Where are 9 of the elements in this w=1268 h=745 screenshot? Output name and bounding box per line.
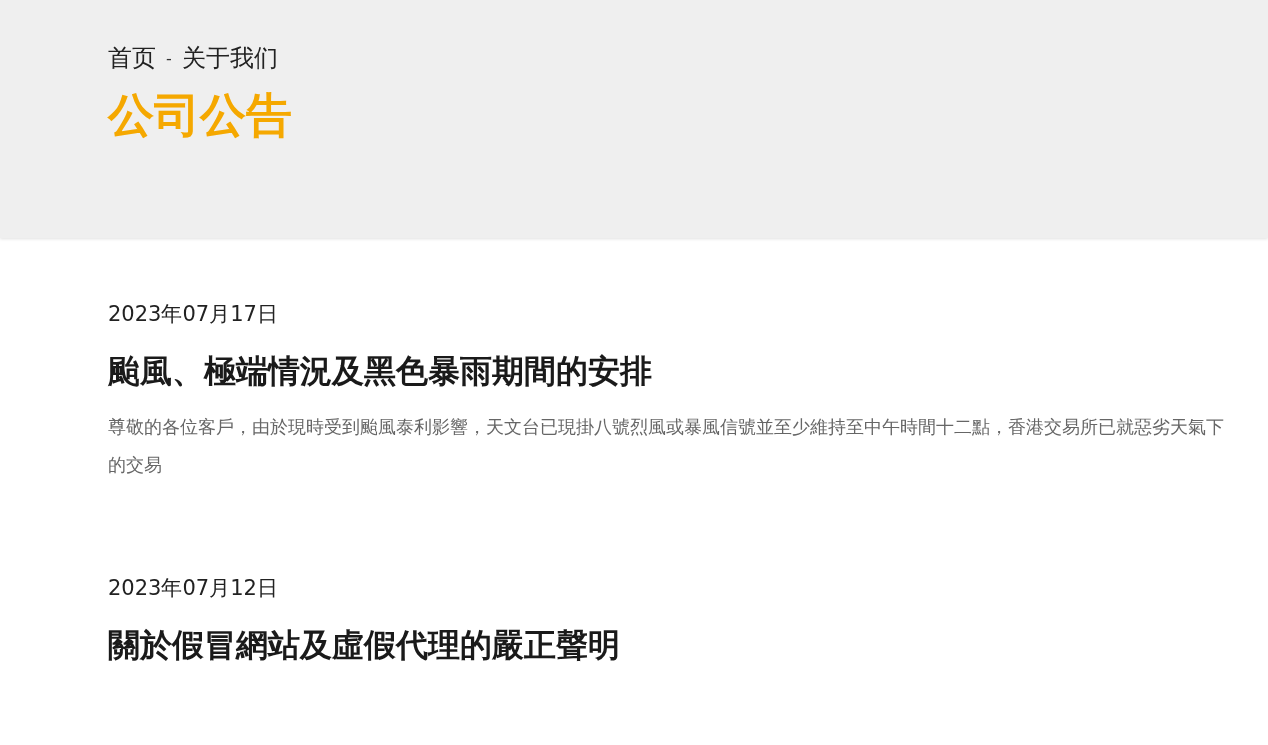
announcement-date: 2023年07月17日 xyxy=(108,301,279,328)
breadcrumb-separator: - xyxy=(166,48,172,68)
announcement-title[interactable]: 關於假冒網站及虛假代理的嚴正聲明 xyxy=(108,624,620,668)
announcement-title[interactable]: 颱風、極端情況及黑色暴雨期間的安排 xyxy=(108,350,652,394)
announcement-summary: 尊敬的各位客戶，由於現時受到颱風泰利影響，天文台已現掛八號烈風或暴風信號並至少維持至中午時間十二點，香港交易所已就惡劣天氣下的交易 xyxy=(108,415,1225,477)
announcement-date: 2023年07月12日 xyxy=(108,575,279,602)
breadcrumb-link[interactable]: 首页 xyxy=(108,42,156,74)
page-title: 公司公告 xyxy=(108,88,293,144)
breadcrumb-link[interactable]: 关于我们 xyxy=(181,42,278,74)
